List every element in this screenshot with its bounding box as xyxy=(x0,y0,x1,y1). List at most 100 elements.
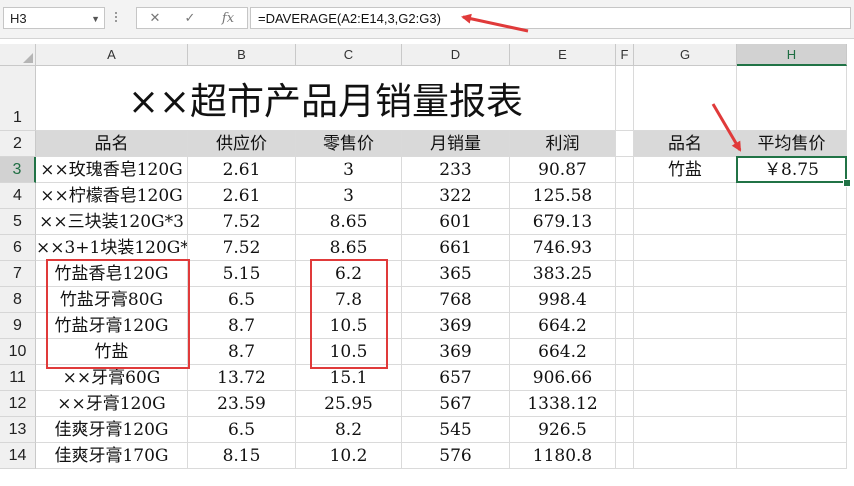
row-header-12[interactable]: 12 xyxy=(0,391,36,417)
select-all-button[interactable] xyxy=(0,44,36,66)
table-cell[interactable]: 664.2 xyxy=(510,313,616,339)
criteria-header-g[interactable]: 品名 xyxy=(634,131,737,157)
empty-cell[interactable] xyxy=(616,261,634,287)
empty-cell[interactable] xyxy=(737,261,847,287)
table-cell[interactable]: 佳爽牙膏120G xyxy=(36,417,188,443)
table-cell[interactable]: 926.5 xyxy=(510,417,616,443)
criteria-value-g[interactable]: 竹盐 xyxy=(634,157,737,183)
table-cell[interactable]: ××玫瑰香皂120G xyxy=(36,157,188,183)
row-header-1[interactable]: 1 xyxy=(0,66,36,131)
column-header-f[interactable]: F xyxy=(616,44,634,66)
empty-cell[interactable] xyxy=(616,66,634,131)
empty-cell[interactable] xyxy=(737,66,847,131)
table-cell[interactable]: 233 xyxy=(402,157,510,183)
table-cell[interactable]: 664.2 xyxy=(510,339,616,365)
empty-cell[interactable] xyxy=(616,157,634,183)
empty-cell[interactable] xyxy=(616,365,634,391)
empty-cell[interactable] xyxy=(634,287,737,313)
column-header-a[interactable]: A xyxy=(36,44,188,66)
table-cell[interactable]: 125.58 xyxy=(510,183,616,209)
empty-cell[interactable] xyxy=(737,209,847,235)
empty-cell[interactable] xyxy=(737,235,847,261)
empty-cell[interactable] xyxy=(737,443,847,469)
empty-cell[interactable] xyxy=(634,339,737,365)
table-cell[interactable]: 657 xyxy=(402,365,510,391)
table-cell[interactable]: 6.5 xyxy=(188,417,296,443)
table-cell[interactable]: 8.7 xyxy=(188,313,296,339)
table-cell[interactable]: 8.15 xyxy=(188,443,296,469)
table-cell[interactable]: 768 xyxy=(402,287,510,313)
column-header-e[interactable]: E xyxy=(510,44,616,66)
empty-cell[interactable] xyxy=(634,313,737,339)
table-cell[interactable]: ××3+1块装120G*4 xyxy=(36,235,188,261)
table-cell[interactable]: 545 xyxy=(402,417,510,443)
table-cell[interactable]: ××牙膏120G xyxy=(36,391,188,417)
empty-cell[interactable] xyxy=(737,417,847,443)
table-cell[interactable]: 13.72 xyxy=(188,365,296,391)
row-header-7[interactable]: 7 xyxy=(0,261,36,287)
row-header-14[interactable]: 14 xyxy=(0,443,36,469)
table-cell[interactable]: 5.15 xyxy=(188,261,296,287)
table-cell[interactable]: 1338.12 xyxy=(510,391,616,417)
empty-cell[interactable] xyxy=(616,131,634,157)
empty-cell[interactable] xyxy=(634,417,737,443)
empty-cell[interactable] xyxy=(737,365,847,391)
table-cell[interactable]: 8.65 xyxy=(296,235,402,261)
empty-cell[interactable] xyxy=(634,183,737,209)
empty-cell[interactable] xyxy=(616,391,634,417)
table-header-cell[interactable]: 供应价 xyxy=(188,131,296,157)
table-cell[interactable]: 576 xyxy=(402,443,510,469)
table-header-cell[interactable]: 利润 xyxy=(510,131,616,157)
empty-cell[interactable] xyxy=(634,66,737,131)
table-cell[interactable]: 2.61 xyxy=(188,183,296,209)
empty-cell[interactable] xyxy=(616,209,634,235)
empty-cell[interactable] xyxy=(616,443,634,469)
table-cell[interactable]: 6.5 xyxy=(188,287,296,313)
empty-cell[interactable] xyxy=(634,391,737,417)
empty-cell[interactable] xyxy=(616,183,634,209)
fill-handle[interactable] xyxy=(843,179,851,187)
column-header-c[interactable]: C xyxy=(296,44,402,66)
table-cell[interactable]: 906.66 xyxy=(510,365,616,391)
empty-cell[interactable] xyxy=(616,235,634,261)
table-cell[interactable]: 3 xyxy=(296,157,402,183)
report-title[interactable]: ××超市产品月销量报表 xyxy=(36,66,616,131)
empty-cell[interactable] xyxy=(737,287,847,313)
row-header-9[interactable]: 9 xyxy=(0,313,36,339)
row-header-8[interactable]: 8 xyxy=(0,287,36,313)
table-cell[interactable]: 679.13 xyxy=(510,209,616,235)
table-cell[interactable]: ××三块装120G*3 xyxy=(36,209,188,235)
table-cell[interactable]: 322 xyxy=(402,183,510,209)
empty-cell[interactable] xyxy=(634,261,737,287)
empty-cell[interactable] xyxy=(616,339,634,365)
empty-cell[interactable] xyxy=(737,313,847,339)
cancel-icon[interactable]: ✕ xyxy=(140,8,170,30)
table-header-cell[interactable]: 月销量 xyxy=(402,131,510,157)
table-cell[interactable]: 佳爽牙膏170G xyxy=(36,443,188,469)
column-header-h[interactable]: H xyxy=(737,44,847,66)
table-cell[interactable]: 601 xyxy=(402,209,510,235)
table-cell[interactable]: 746.93 xyxy=(510,235,616,261)
table-cell[interactable]: 365 xyxy=(402,261,510,287)
table-header-cell[interactable]: 零售价 xyxy=(296,131,402,157)
row-header-10[interactable]: 10 xyxy=(0,339,36,365)
table-cell[interactable]: 661 xyxy=(402,235,510,261)
empty-cell[interactable] xyxy=(737,391,847,417)
drag-handle-icon[interactable] xyxy=(114,10,118,26)
column-header-d[interactable]: D xyxy=(402,44,510,66)
formula-input[interactable]: =DAVERAGE(A2:E14,3,G2:G3) xyxy=(250,7,851,29)
table-cell[interactable]: 998.4 xyxy=(510,287,616,313)
table-cell[interactable]: 369 xyxy=(402,313,510,339)
empty-cell[interactable] xyxy=(634,209,737,235)
name-box[interactable]: H3 ▼ xyxy=(3,7,105,29)
table-cell[interactable]: 8.2 xyxy=(296,417,402,443)
chevron-down-icon[interactable]: ▼ xyxy=(91,8,100,30)
column-header-g[interactable]: G xyxy=(634,44,737,66)
row-header-4[interactable]: 4 xyxy=(0,183,36,209)
table-cell[interactable]: 25.95 xyxy=(296,391,402,417)
empty-cell[interactable] xyxy=(634,235,737,261)
table-cell[interactable]: 7.52 xyxy=(188,209,296,235)
table-header-cell[interactable]: 品名 xyxy=(36,131,188,157)
empty-cell[interactable] xyxy=(616,313,634,339)
row-header-6[interactable]: 6 xyxy=(0,235,36,261)
